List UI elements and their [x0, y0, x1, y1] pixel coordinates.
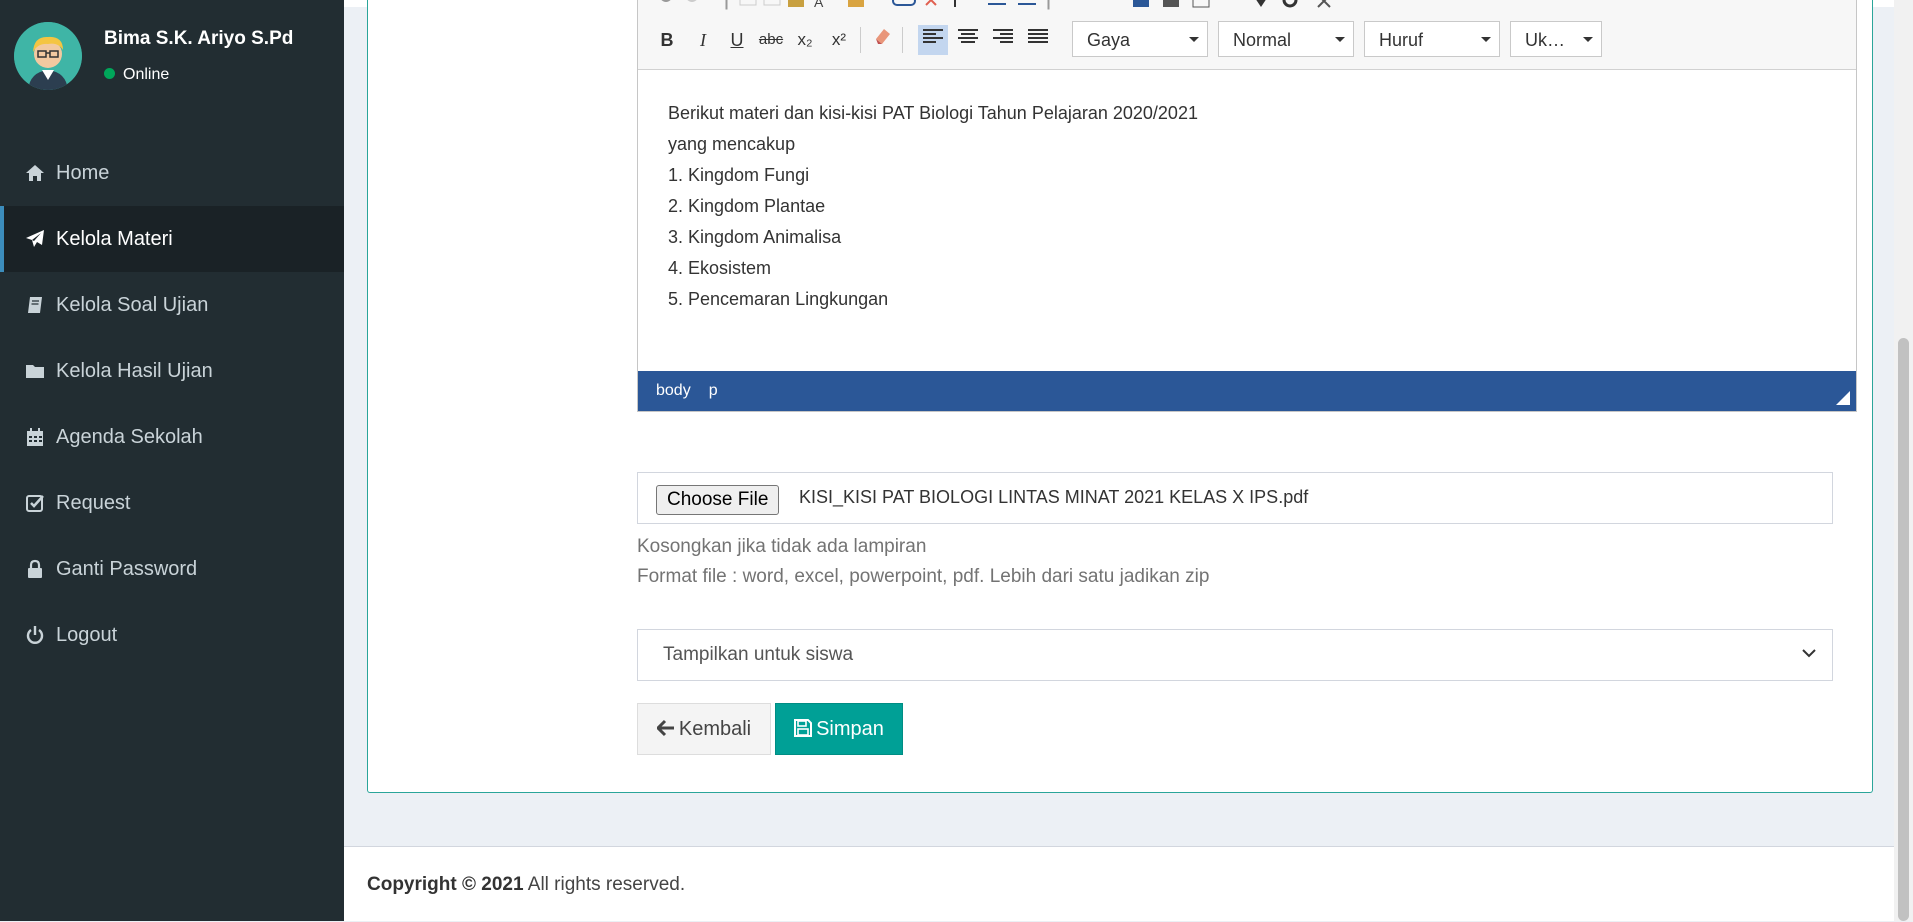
sidebar-item-label: Kelola Soal Ujian: [56, 294, 209, 316]
toolbar-separator: [860, 27, 861, 53]
sidebar-item-label: Kelola Hasil Ujian: [56, 360, 213, 382]
sidebar-item-ganti-password[interactable]: Ganti Password: [0, 536, 344, 602]
style-combo[interactable]: Gaya: [1072, 21, 1208, 57]
paper-plane-icon: [26, 230, 44, 247]
content-line: 3. Kingdom Animalisa: [668, 227, 842, 247]
user-panel: Bima S.K. Ariyo S.Pd Online: [14, 22, 334, 92]
align-center-icon[interactable]: [953, 25, 983, 55]
bold-button[interactable]: B: [652, 25, 682, 55]
font-combo[interactable]: Huruf: [1364, 21, 1500, 57]
sidebar-item-label: Logout: [56, 624, 118, 646]
sidebar-item-kelola-materi[interactable]: Kelola Materi: [0, 206, 344, 272]
format-combo-value: Normal: [1233, 30, 1292, 50]
underline-button[interactable]: U: [722, 25, 752, 55]
sidebar-item-label: Request: [56, 492, 131, 514]
sidebar-item-kelola-soal-ujian[interactable]: Kelola Soal Ujian: [0, 272, 344, 338]
footer: Copyright © 2021 All rights reserved.: [344, 846, 1894, 921]
path-p[interactable]: p: [709, 382, 718, 399]
editor-toolbar-top: A: [638, 0, 1856, 11]
scrollbar-thumb[interactable]: [1898, 338, 1909, 921]
sidebar-menu: Home Kelola Materi Kelola Soal Ujian Kel…: [0, 140, 344, 668]
align-justify-icon[interactable]: [1023, 25, 1053, 55]
style-combo-value: Gaya: [1087, 30, 1131, 50]
editor-content[interactable]: Berikut materi dan kisi-kisi PAT Biologi…: [638, 70, 1856, 370]
path-body[interactable]: body: [656, 382, 691, 399]
sidebar-item-label: Agenda Sekolah: [56, 426, 203, 448]
sidebar-item-label: Ganti Password: [56, 558, 198, 580]
form-box: Konten Materi A: [367, 0, 1873, 793]
content-line: yang mencakup: [668, 134, 796, 154]
superscript-button[interactable]: x²: [824, 25, 854, 55]
align-right-icon[interactable]: [988, 25, 1018, 55]
strikethrough-button[interactable]: abc: [756, 25, 786, 55]
italic-button[interactable]: I: [688, 25, 718, 55]
lock-icon: [28, 559, 42, 578]
book-icon: [28, 297, 42, 313]
check-square-icon: [26, 495, 44, 512]
chevron-down-icon: [1802, 649, 1816, 658]
file-input[interactable]: Choose File KISI_KISI PAT BIOLOGI LINTAS…: [637, 472, 1833, 524]
chevron-down-icon: [1189, 37, 1199, 42]
sidebar-item-request[interactable]: Request: [0, 470, 344, 536]
content-line: Berikut materi dan kisi-kisi PAT Biologi…: [668, 103, 1198, 123]
sidebar-item-kelola-hasil-ujian[interactable]: Kelola Hasil Ujian: [0, 338, 344, 404]
status-select[interactable]: Tampilkan untuk siswa: [637, 629, 1833, 681]
copyright-text: Copyright © 2021: [367, 874, 524, 895]
scrollbar[interactable]: [1894, 0, 1913, 921]
sidebar: Bima S.K. Ariyo S.Pd Online Home Kelola …: [0, 0, 344, 921]
chevron-down-icon: [1335, 37, 1345, 42]
user-name: Bima S.K. Ariyo S.Pd: [104, 28, 294, 49]
svg-text:A: A: [814, 0, 824, 10]
home-icon: [26, 165, 44, 181]
avatar: [14, 22, 82, 90]
help-text-empty: Kosongkan jika tidak ada lampiran: [637, 536, 927, 557]
help-text-format: Format file : word, excel, powerpoint, p…: [637, 566, 1210, 587]
font-combo-value: Huruf: [1379, 30, 1424, 50]
content-line: 5. Pencemaran Lingkungan: [668, 289, 889, 309]
calendar-icon: [27, 428, 43, 446]
sidebar-item-home[interactable]: Home: [0, 140, 344, 206]
user-status: Online: [104, 66, 169, 84]
sidebar-item-label: Home: [56, 162, 110, 184]
rich-text-editor[interactable]: A B I U abc x₂ x² Gaya Normal Huruf Uk… …: [637, 0, 1857, 412]
save-button-label: Simpan: [816, 718, 884, 740]
chevron-down-icon: [1583, 37, 1593, 42]
back-button-label: Kembali: [678, 718, 752, 740]
resize-grip-icon[interactable]: [1836, 391, 1850, 405]
size-combo-value: Uk…: [1525, 30, 1565, 50]
sidebar-item-agenda-sekolah[interactable]: Agenda Sekolah: [0, 404, 344, 470]
subscript-button[interactable]: x₂: [790, 25, 820, 55]
sidebar-item-logout[interactable]: Logout: [0, 602, 344, 668]
editor-toolbar-top-icons: A: [661, 0, 1331, 10]
toolbar-separator: [902, 27, 903, 53]
back-button[interactable]: Kembali: [637, 703, 771, 755]
align-left-icon[interactable]: [918, 25, 948, 55]
save-button[interactable]: Simpan: [775, 703, 903, 755]
chevron-down-icon: [1481, 37, 1491, 42]
floppy-disk-icon: [794, 718, 813, 737]
size-combo[interactable]: Uk…: [1510, 21, 1602, 57]
format-combo[interactable]: Normal: [1218, 21, 1354, 57]
user-status-text: Online: [123, 66, 170, 83]
choose-file-button[interactable]: Choose File: [656, 485, 780, 515]
remove-format-icon[interactable]: [868, 25, 898, 55]
content-line: 1. Kingdom Fungi: [668, 165, 810, 185]
status-select-value: Tampilkan untuk siswa: [663, 644, 854, 665]
content-line: 2. Kingdom Plantae: [668, 196, 826, 216]
online-dot-icon: [104, 68, 115, 80]
file-name: KISI_KISI PAT BIOLOGI LINTAS MINAT 2021 …: [799, 487, 1309, 507]
power-icon: [26, 626, 44, 644]
editor-toolbar: B I U abc x₂ x² Gaya Normal Huruf Uk…: [638, 11, 1856, 70]
arrow-left-icon: [655, 719, 674, 736]
folder-icon: [26, 365, 44, 378]
rights-text: All rights reserved.: [523, 874, 686, 895]
content-line: 4. Ekosistem: [668, 258, 772, 278]
sidebar-item-label: Kelola Materi: [56, 228, 173, 250]
editor-statusbar: body p: [638, 371, 1856, 411]
